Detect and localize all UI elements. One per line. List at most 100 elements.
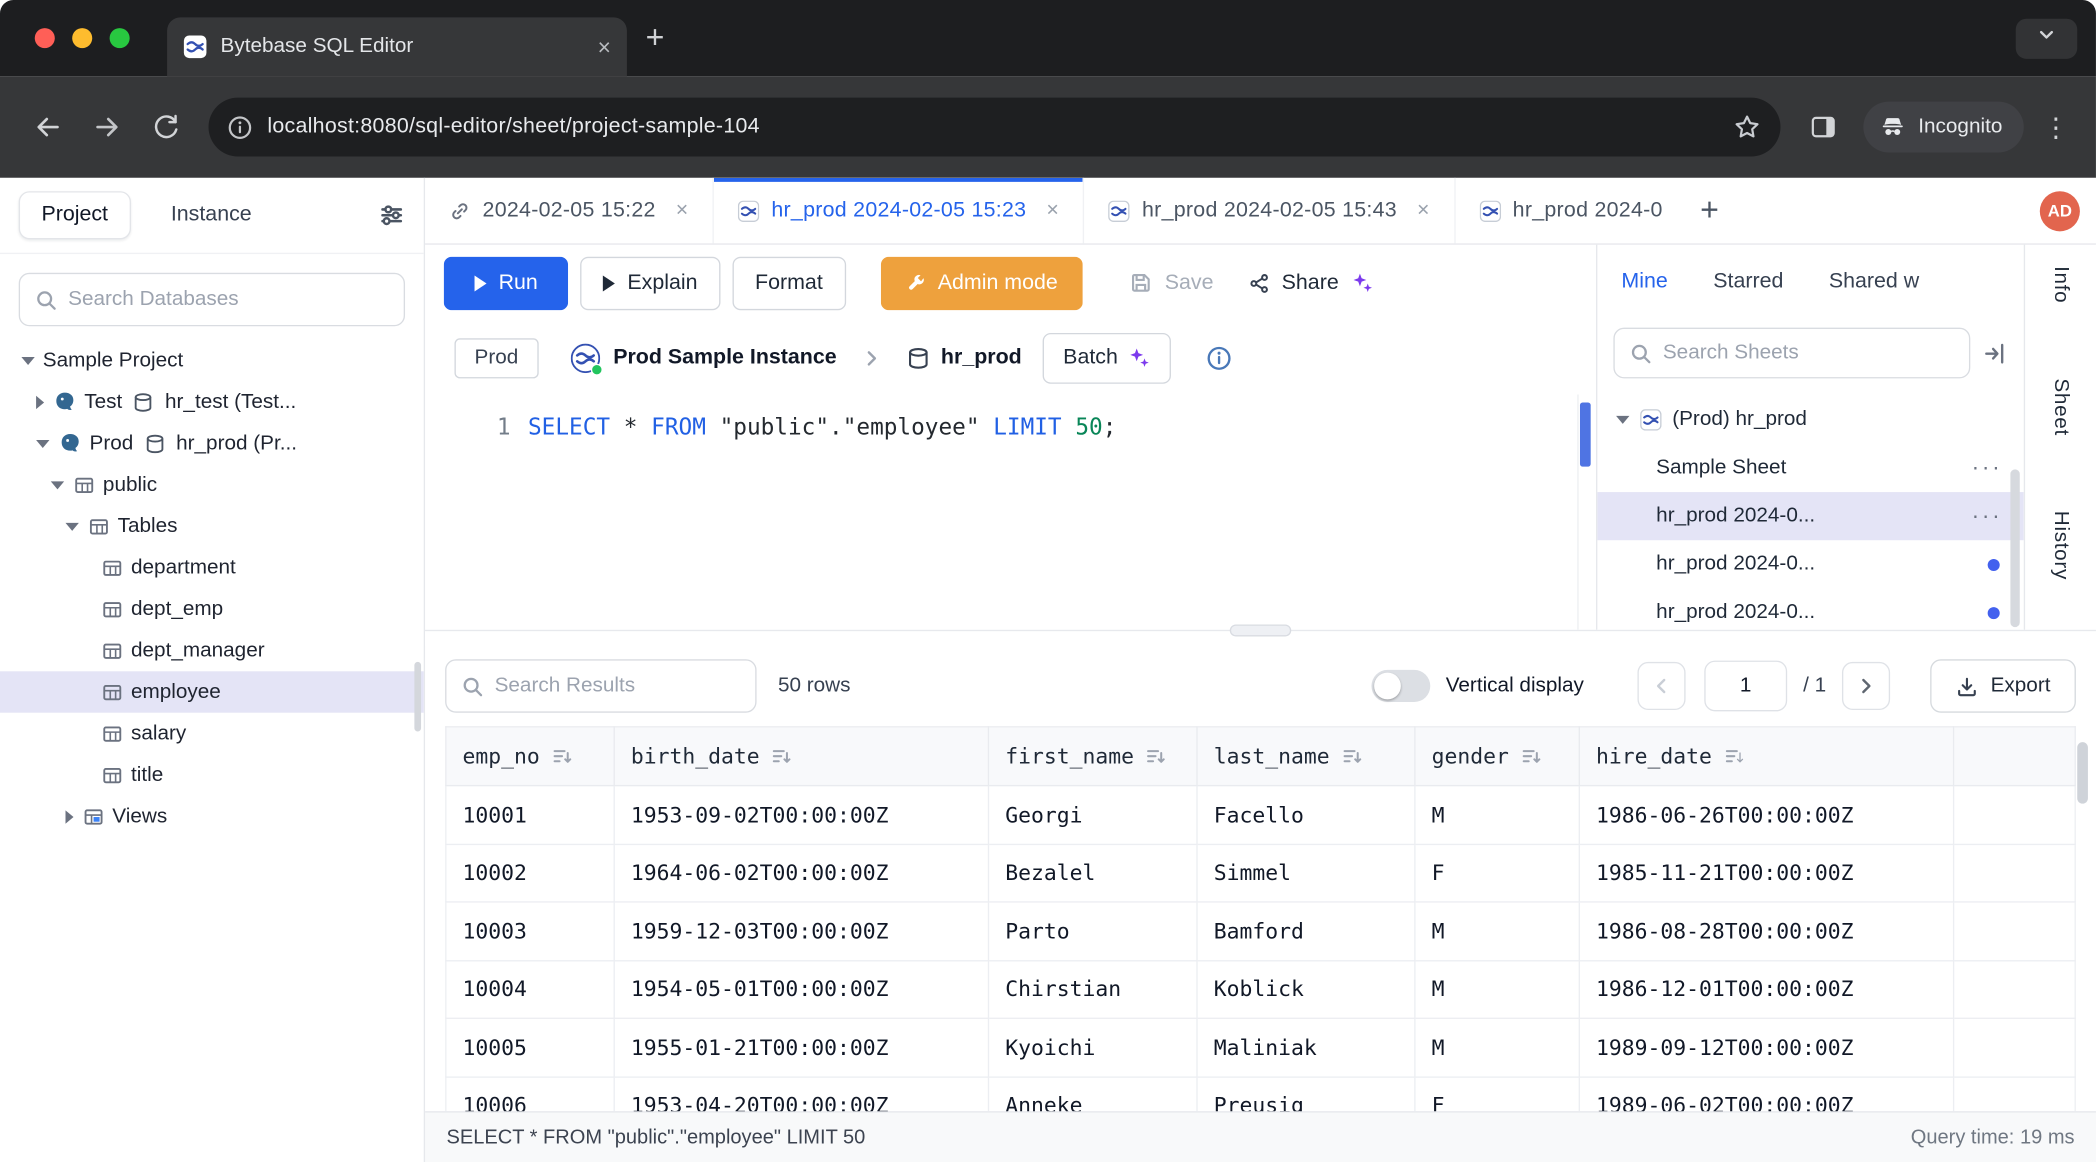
tab-instance[interactable]: Instance [171, 203, 252, 227]
reload-button[interactable] [136, 98, 195, 157]
cell[interactable]: 1954-05-01T00:00:00Z [614, 960, 988, 1018]
cell[interactable]: Facello [1197, 786, 1415, 844]
tree-item-table-title[interactable]: title [0, 754, 424, 795]
column-header[interactable]: hire_date [1579, 727, 1953, 786]
bookmark-star-icon[interactable] [1732, 112, 1761, 141]
cell[interactable]: 1989-09-12T00:00:00Z [1579, 1018, 1953, 1076]
cell[interactable]: 1986-06-26T00:00:00Z [1579, 786, 1953, 844]
tree-item-table-salary[interactable]: salary [0, 713, 424, 754]
cell[interactable]: 1986-08-28T00:00:00Z [1579, 902, 1953, 960]
browser-tab[interactable]: Bytebase SQL Editor × [167, 17, 627, 76]
database-name[interactable]: hr_prod [941, 346, 1022, 370]
share-button[interactable]: Share [1231, 256, 1391, 309]
save-button[interactable]: Save [1113, 256, 1231, 309]
column-header[interactable]: first_name [988, 727, 1197, 786]
sheet-list-item[interactable]: hr_prod 2024-0... [1597, 588, 2023, 629]
url-bar[interactable]: localhost:8080/sql-editor/sheet/project-… [209, 98, 1781, 157]
format-button[interactable]: Format [732, 256, 845, 309]
tree-group-views[interactable]: Views [0, 796, 424, 837]
maximize-window-button[interactable] [110, 28, 130, 48]
column-header[interactable]: gender [1415, 727, 1579, 786]
cell[interactable]: Simmel [1197, 844, 1415, 902]
cell[interactable]: 1953-09-02T00:00:00Z [614, 786, 988, 844]
new-tab-button[interactable]: + [646, 22, 665, 54]
tree-item-project[interactable]: Sample Project [0, 340, 424, 381]
caret-down-icon[interactable] [1616, 416, 1629, 424]
tab-starred[interactable]: Starred [1713, 269, 1783, 293]
cell[interactable]: 1964-06-02T00:00:00Z [614, 844, 988, 902]
cell[interactable]: Bamford [1197, 902, 1415, 960]
cell[interactable]: M [1415, 786, 1579, 844]
collapse-panel-icon[interactable] [1982, 340, 2007, 365]
next-page-button[interactable] [1842, 662, 1890, 710]
tree-item-table-employee[interactable]: employee [0, 671, 424, 712]
cell[interactable]: Kyoichi [988, 1018, 1197, 1076]
cell[interactable]: Bezalel [988, 844, 1197, 902]
table-row[interactable]: 100011953-09-02T00:00:00ZGeorgiFacelloM1… [446, 786, 2075, 844]
sheet-menu-icon[interactable]: ··· [1972, 455, 2003, 482]
tab-project[interactable]: Project [19, 191, 131, 239]
caret-down-icon[interactable] [65, 522, 78, 530]
add-sheet-button[interactable]: + [1700, 195, 1719, 227]
results-search[interactable] [445, 659, 756, 712]
caret-right-icon[interactable] [65, 810, 73, 823]
batch-button[interactable]: Batch [1043, 332, 1171, 383]
sheets-group-hr-prod[interactable]: (Prod) hr_prod [1597, 396, 2023, 444]
minimize-window-button[interactable] [72, 28, 92, 48]
prev-page-button[interactable] [1637, 662, 1685, 710]
cell[interactable]: 1985-11-21T00:00:00Z [1579, 844, 1953, 902]
sheet-tab-4[interactable]: hr_prod 2024-0 [1455, 178, 1687, 244]
sheets-search-input[interactable] [1663, 341, 1954, 365]
sheets-scrollbar[interactable] [2010, 469, 2019, 627]
cell[interactable]: Anneke [988, 1076, 1197, 1111]
caret-down-icon[interactable] [21, 356, 34, 364]
cell[interactable]: 10006 [446, 1076, 614, 1111]
sheet-list-item[interactable]: hr_prod 2024-0... [1597, 540, 2023, 588]
side-panel-button[interactable] [1794, 98, 1853, 157]
export-button[interactable]: Export [1930, 659, 2075, 712]
cell[interactable]: Maliniak [1197, 1018, 1415, 1076]
cell[interactable]: 1986-12-01T00:00:00Z [1579, 960, 1953, 1018]
sheet-tab-2-active[interactable]: hr_prod 2024-02-05 15:23 × [714, 178, 1085, 244]
tree-group-tables[interactable]: Tables [0, 505, 424, 546]
database-search-input[interactable] [68, 287, 389, 311]
close-window-button[interactable] [35, 28, 55, 48]
sheet-tab-1[interactable]: 2024-02-05 15:22 × [425, 178, 714, 244]
tree-item-schema-public[interactable]: public [0, 464, 424, 505]
cell[interactable]: 10005 [446, 1018, 614, 1076]
cell[interactable]: 1953-04-20T00:00:00Z [614, 1076, 988, 1111]
filter-settings-icon[interactable] [378, 202, 405, 229]
sheets-search[interactable] [1613, 328, 1970, 379]
cell[interactable]: 10004 [446, 960, 614, 1018]
sidebar-scrollbar[interactable] [414, 662, 421, 732]
tab-history[interactable]: History [2048, 511, 2072, 580]
tab-sheet[interactable]: Sheet [2048, 378, 2072, 436]
caret-right-icon[interactable] [36, 395, 44, 408]
back-button[interactable] [19, 98, 78, 157]
tab-shared[interactable]: Shared w [1829, 269, 1919, 293]
sheet-tab-3[interactable]: hr_prod 2024-02-05 15:43 × [1085, 178, 1456, 244]
cell[interactable]: F [1415, 1076, 1579, 1111]
tab-search-button[interactable] [2016, 18, 2077, 58]
cell[interactable]: M [1415, 902, 1579, 960]
page-number-input[interactable] [1704, 661, 1787, 712]
tree-item-table-dept-emp[interactable]: dept_emp [0, 588, 424, 629]
sheet-list-item-selected[interactable]: hr_prod 2024-0... ··· [1597, 492, 2023, 540]
tree-item-table-dept-manager[interactable]: dept_manager [0, 630, 424, 671]
close-tab-icon[interactable]: × [598, 35, 611, 58]
tree-item-test-database[interactable]: Test hr_test (Test... [0, 381, 424, 422]
cell[interactable]: M [1415, 1018, 1579, 1076]
sql-editor[interactable]: 1 SELECT * FROM "public"."employee" LIMI… [425, 394, 1596, 629]
table-row[interactable]: 100041954-05-01T00:00:00ZChirstianKoblic… [446, 960, 2075, 1018]
vertical-display-toggle[interactable] [1371, 670, 1430, 702]
forward-button[interactable] [78, 98, 137, 157]
table-row[interactable]: 100051955-01-21T00:00:00ZKyoichiMaliniak… [446, 1018, 2075, 1076]
cell[interactable]: Parto [988, 902, 1197, 960]
close-sheet-icon[interactable]: × [1417, 199, 1430, 223]
tree-item-prod-database[interactable]: Prod hr_prod (Pr... [0, 423, 424, 464]
results-search-input[interactable] [495, 674, 741, 698]
table-row[interactable]: 100021964-06-02T00:00:00ZBezalelSimmelF1… [446, 844, 2075, 902]
cell[interactable]: 1955-01-21T00:00:00Z [614, 1018, 988, 1076]
column-header[interactable]: birth_date [614, 727, 988, 786]
instance-name[interactable]: Prod Sample Instance [613, 346, 836, 370]
